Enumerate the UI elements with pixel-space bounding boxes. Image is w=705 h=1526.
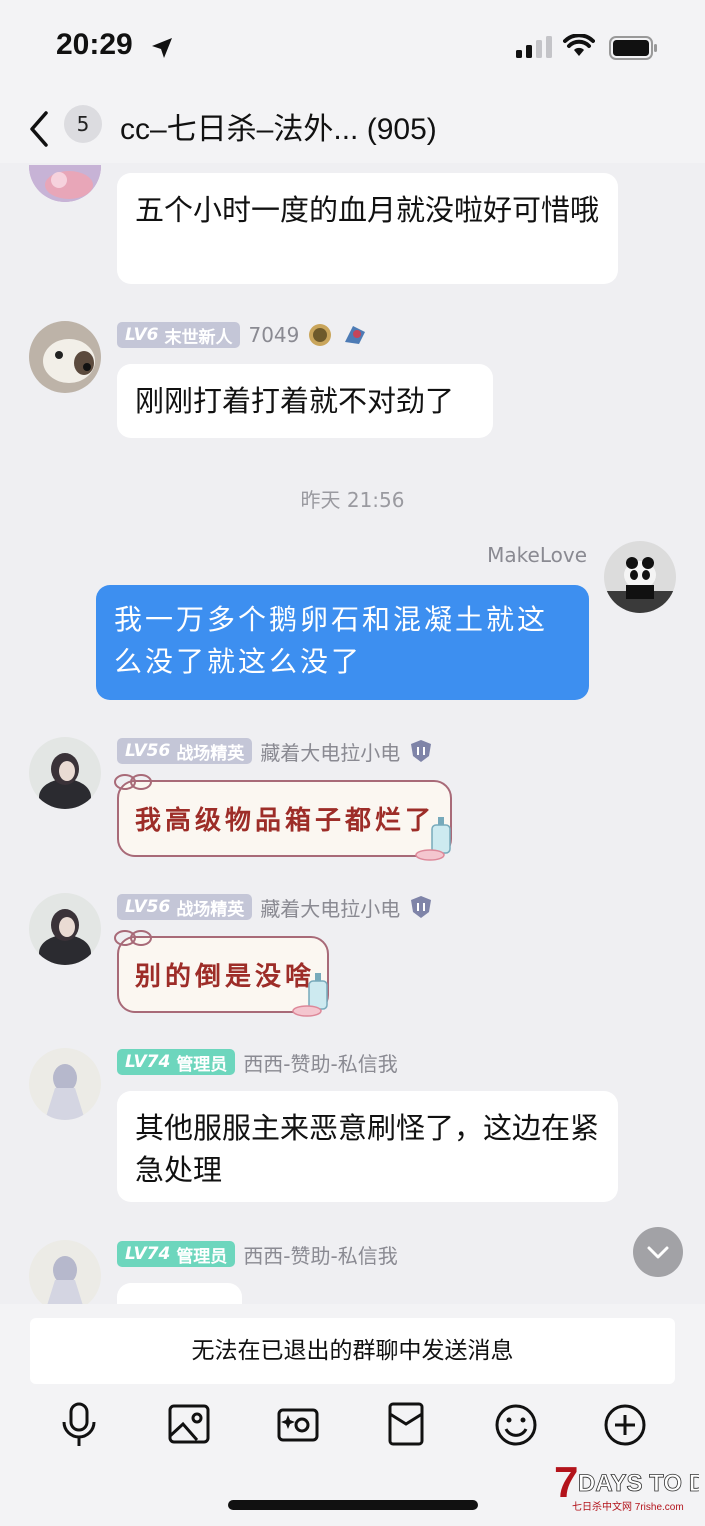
level-badge: LV6 末世新人 bbox=[117, 322, 241, 348]
avatar[interactable] bbox=[29, 737, 101, 809]
emoji-icon[interactable] bbox=[494, 1400, 538, 1450]
status-bar: 20:29 bbox=[0, 0, 705, 95]
left-group-notice: 无法在已退出的群聊中发送消息 bbox=[30, 1318, 675, 1384]
my-message-bubble[interactable]: 我一万多个鹅卵石和混凝土就这么没了就这么没了 bbox=[96, 585, 589, 700]
sender-meta: LV74 管理员 西西-赞助-私信我 bbox=[117, 1239, 398, 1269]
role-label: 战场精英 bbox=[176, 743, 245, 764]
decorated-message-bubble[interactable]: 别的倒是没啥 bbox=[114, 930, 329, 1017]
watermark-logo: 7 DAYS TO DIE 七日杀中文网 7rishe.com bbox=[554, 1455, 705, 1519]
message-bubble[interactable]: 刚刚打着打着就不对劲了 bbox=[117, 364, 493, 438]
decorated-message-bubble[interactable]: 我高级物品箱子都烂了 bbox=[114, 774, 452, 861]
avatar[interactable] bbox=[29, 893, 101, 965]
unread-count-badge[interactable]: 5 bbox=[64, 105, 102, 143]
sender-nickname[interactable]: 藏着大电拉小电 bbox=[260, 893, 400, 922]
message-text: 别的倒是没啥 bbox=[135, 962, 316, 992]
svg-text:DAYS TO DIE: DAYS TO DIE bbox=[578, 1470, 699, 1497]
message-text: 我高级物品箱子都烂了 bbox=[135, 806, 436, 836]
sender-nickname[interactable]: 藏着大电拉小电 bbox=[260, 737, 400, 766]
chat-title[interactable]: cc–七日杀–法外... (905) bbox=[120, 104, 437, 148]
role-label: 战场精英 bbox=[176, 899, 245, 920]
level-badge: LV56 战场精英 bbox=[117, 894, 253, 920]
cellular-signal-icon bbox=[516, 36, 552, 58]
sender-meta: LV56 战场精英 藏着大电拉小电 bbox=[117, 892, 434, 922]
message-timestamp: 昨天 21:56 bbox=[300, 488, 405, 512]
sender-nickname[interactable]: 西西-赞助-私信我 bbox=[243, 1240, 397, 1269]
avatar[interactable] bbox=[29, 1240, 101, 1304]
medal-icon bbox=[309, 324, 332, 346]
role-label: 管理员 bbox=[176, 1246, 228, 1267]
level-badge: LV56 战场精英 bbox=[117, 738, 253, 764]
sender-nickname[interactable]: 西西-赞助-私信我 bbox=[243, 1048, 397, 1077]
shield-badge-icon bbox=[411, 896, 432, 918]
sender-meta: LV74 管理员 西西-赞助-私信我 bbox=[117, 1047, 398, 1077]
my-avatar[interactable] bbox=[604, 541, 676, 613]
status-time: 20:29 bbox=[56, 28, 133, 61]
wifi-icon bbox=[563, 34, 595, 56]
message-bubble[interactable] bbox=[117, 1283, 242, 1304]
svg-text:7: 7 bbox=[554, 1458, 578, 1507]
message-bubble[interactable]: 其他服服主来恶意刷怪了，这边在紧急处理 bbox=[117, 1091, 618, 1202]
microphone-icon[interactable] bbox=[59, 1400, 99, 1450]
location-arrow-icon bbox=[152, 38, 172, 58]
red-packet-icon[interactable] bbox=[386, 1400, 426, 1450]
shield-badge-icon bbox=[411, 740, 432, 762]
sender-nickname[interactable]: 7049 bbox=[248, 323, 299, 347]
goggles-icon bbox=[114, 774, 152, 790]
level-badge: LV74 管理员 bbox=[117, 1241, 236, 1267]
soap-bottle-icon bbox=[415, 817, 451, 861]
soap-bottle-icon bbox=[292, 973, 328, 1017]
chevron-down-icon bbox=[647, 1246, 669, 1259]
plus-icon[interactable] bbox=[603, 1400, 647, 1450]
scroll-to-bottom-button[interactable] bbox=[633, 1227, 683, 1277]
svg-text:七日杀中文网 7rishe.com: 七日杀中文网 7rishe.com bbox=[572, 1500, 684, 1513]
role-label: 末世新人 bbox=[164, 327, 233, 348]
sender-meta: LV56 战场精英 藏着大电拉小电 bbox=[117, 736, 434, 766]
role-label: 管理员 bbox=[176, 1054, 228, 1075]
battery-icon bbox=[609, 36, 657, 60]
level-badge: LV74 管理员 bbox=[117, 1049, 236, 1075]
back-arrow-icon[interactable] bbox=[26, 109, 52, 149]
dragon-badge-icon bbox=[345, 326, 366, 344]
goggles-icon bbox=[114, 930, 152, 946]
message-bubble[interactable]: 五个小时一度的血月就没啦好可惜哦 bbox=[117, 173, 618, 284]
home-indicator bbox=[228, 1500, 478, 1510]
camera-icon[interactable] bbox=[276, 1400, 320, 1450]
my-nickname: MakeLove bbox=[487, 543, 587, 567]
avatar[interactable] bbox=[29, 1048, 101, 1120]
avatar[interactable] bbox=[29, 321, 101, 393]
image-icon[interactable] bbox=[167, 1400, 211, 1450]
sender-meta: LV6 末世新人 7049 bbox=[117, 320, 369, 350]
